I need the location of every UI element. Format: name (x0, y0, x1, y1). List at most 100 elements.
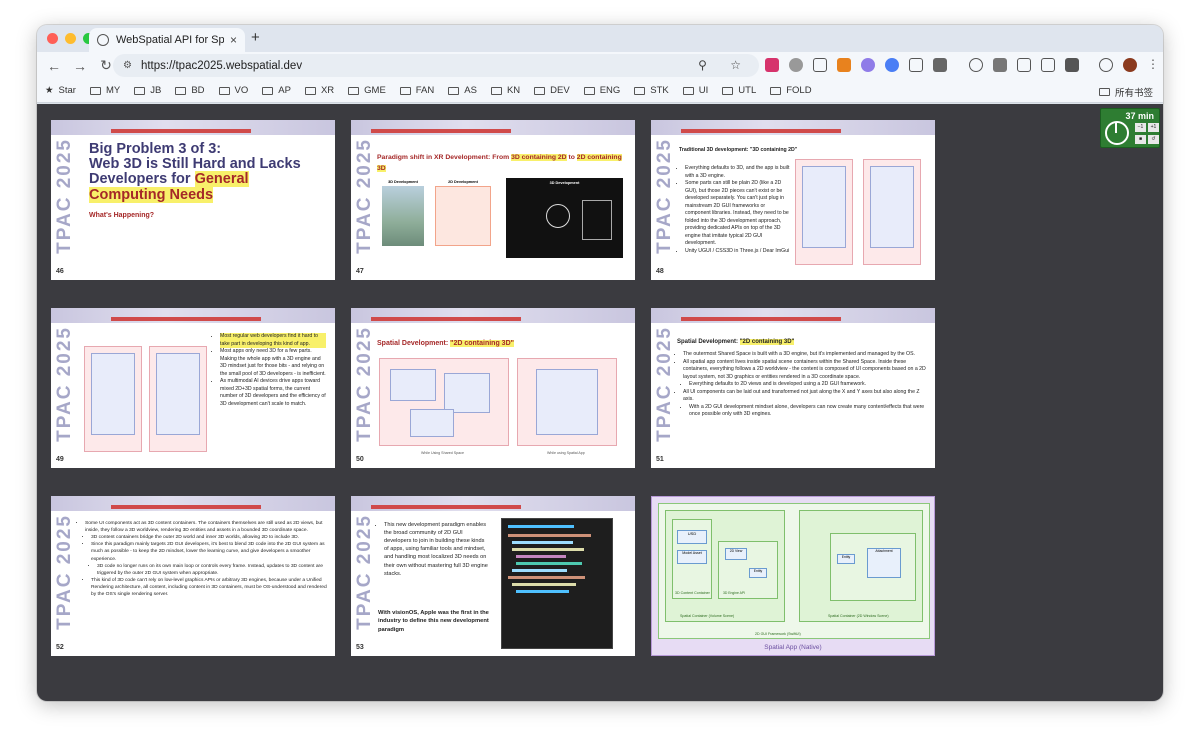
all-bookmarks[interactable]: 所有书签 (1098, 85, 1153, 99)
slide-thumbnail-46[interactable]: TPAC 2025 Big Problem 3 of 3: Web 3D is … (51, 120, 335, 280)
bookmark-as[interactable]: AS (448, 85, 477, 96)
bookmark-bd[interactable]: BD (175, 85, 205, 96)
slide-thumbnail-51[interactable]: TPAC 2025 Spatial Development: "2D conta… (651, 308, 935, 468)
slide-thumbnail-48[interactable]: TPAC 2025 Traditional 3D development: "3… (651, 120, 935, 280)
bullet: Everything defaults to 2D views and is d… (689, 381, 927, 389)
slide-number: 53 (356, 644, 364, 651)
container-label: 3D Content Container (675, 591, 710, 595)
bullet: This kind of 3D code can't rely on low-l… (91, 577, 329, 598)
bookmark-vo[interactable]: VO (218, 85, 248, 96)
bullet: 3D code no longer runs on its own main l… (97, 563, 329, 577)
extension-icon[interactable] (885, 58, 899, 72)
timer-minus-button[interactable]: −1 (1135, 123, 1146, 132)
extension-icon[interactable] (813, 58, 827, 72)
tab-close-icon[interactable]: × (230, 33, 237, 47)
bookmark-fold[interactable]: FOLD (770, 85, 812, 96)
minimize-window-button[interactable] (65, 33, 76, 44)
slide-bullets: This new development paradigm enables th… (378, 521, 490, 578)
browser-window: WebSpatial API for Spatialize × + ← → ↻ … (37, 25, 1163, 701)
site-settings-icon[interactable]: ⚙ (123, 60, 132, 71)
translate-icon[interactable] (993, 58, 1007, 72)
new-tab-button[interactable]: + (251, 29, 260, 46)
url-text[interactable]: https://tpac2025.webspatial.dev (141, 60, 302, 72)
slide-accent (371, 317, 521, 321)
bookmark-my[interactable]: MY (89, 85, 120, 96)
bookmark-ui[interactable]: UI (682, 85, 708, 96)
bookmark-fan[interactable]: FAN (399, 85, 434, 96)
folder-icon (1098, 88, 1110, 96)
bullet: The outermost Shared Space is built with… (683, 351, 927, 359)
bookmark-jb[interactable]: JB (134, 85, 161, 96)
bookmark-label: ENG (599, 85, 621, 96)
bookmark-eng[interactable]: ENG (583, 85, 621, 96)
slide-banner (651, 120, 935, 135)
bookmark-star[interactable]: ★ Star (45, 85, 76, 96)
sidebar-icon[interactable] (909, 58, 923, 72)
menu-icon[interactable]: ⋮ (1147, 58, 1161, 72)
panel-label: 3D Development (388, 180, 418, 184)
tab-search-icon[interactable] (1017, 58, 1031, 72)
timer-reset-button[interactable]: ↺ (1148, 135, 1159, 144)
browser-tab[interactable]: WebSpatial API for Spatialize × (89, 28, 245, 52)
slide-banner (351, 308, 635, 323)
bookmark-stk[interactable]: STK (634, 85, 669, 96)
folder-icon (89, 86, 101, 95)
clock-icon (1105, 121, 1129, 145)
back-button[interactable]: ← (41, 58, 67, 74)
volume-scene-container: USD Model Asset 3D Content Container 2D … (665, 510, 785, 622)
slide-thumbnail-53[interactable]: TPAC 2025 This new development paradigm … (351, 496, 635, 656)
avatar[interactable] (1123, 58, 1137, 72)
code-icon[interactable] (1041, 58, 1055, 72)
zoom-bookmark-icons[interactable]: ⚲ ☆ (698, 58, 751, 72)
close-window-button[interactable] (47, 33, 58, 44)
timer-plus-button[interactable]: +1 (1148, 123, 1159, 132)
window-scene-container: Entity Attachment Spatial Container (2D … (799, 510, 923, 622)
code-line (508, 525, 574, 528)
slide-banner (351, 120, 635, 135)
extension-icon[interactable] (861, 58, 875, 72)
slide-accent (371, 129, 511, 133)
code-line (508, 576, 585, 579)
code-line (512, 541, 573, 544)
slide-thumbnail-49[interactable]: TPAC 2025 Most regular web developers fi… (51, 308, 335, 468)
star-icon[interactable] (1065, 58, 1079, 72)
extension-icon[interactable] (765, 58, 779, 72)
bookmark-kn[interactable]: KN (490, 85, 520, 96)
code-line (516, 562, 582, 565)
slide-thumbnail-50[interactable]: TPAC 2025 Spatial Development: "2D conta… (351, 308, 635, 468)
tpac-logo: TPAC 2025 (354, 326, 375, 442)
extension-icon[interactable] (789, 58, 803, 72)
address-bar[interactable]: ⚙ https://tpac2025.webspatial.dev ⚲ ☆ (113, 54, 759, 77)
bookmark-dev[interactable]: DEV (534, 85, 570, 96)
code-line (516, 555, 566, 558)
title-to: to (568, 154, 575, 161)
slide-thumbnail-52[interactable]: TPAC 2025 Some UI components act as 3D c… (51, 496, 335, 656)
screenshot-icon[interactable] (969, 58, 983, 72)
code-line (512, 548, 584, 551)
slide-number: 51 (656, 456, 664, 463)
slide-subtitle: What's Happening? (89, 212, 155, 219)
puzzle-icon[interactable] (933, 58, 947, 72)
folder-icon (490, 86, 502, 95)
heading-text: Spatial Development: (677, 339, 739, 345)
bookmark-label: AP (278, 85, 291, 96)
bookmark-label: FOLD (786, 85, 812, 96)
bullet: 3D content containers bridge the outer 2… (91, 534, 329, 541)
timer-stop-button[interactable]: ■ (1135, 135, 1146, 144)
slide-thumbnail-54[interactable]: USD Model Asset 3D Content Container 2D … (651, 496, 935, 656)
forest-illustration (382, 186, 424, 246)
bookmark-utl[interactable]: UTL (722, 85, 756, 96)
bullet: All UI components can be laid out and tr… (683, 389, 927, 404)
bookmark-ap[interactable]: AP (262, 85, 291, 96)
sync-icon[interactable] (1099, 58, 1113, 72)
slide-thumbnail-47[interactable]: TPAC 2025 Paradigm shift in XR Developme… (351, 120, 635, 280)
forward-button[interactable]: → (67, 58, 93, 74)
metamask-icon[interactable] (837, 58, 851, 72)
tpac-logo: TPAC 2025 (654, 326, 675, 442)
bookmark-xr[interactable]: XR (304, 85, 334, 96)
bookmark-gme[interactable]: GME (348, 85, 386, 96)
window-controls (47, 33, 94, 44)
title-highlight: "2D containing 3D" (450, 340, 514, 347)
3d-content-container: 2D View Entity 3D Engine API (718, 541, 778, 599)
bookmark-label: Star (58, 85, 76, 96)
